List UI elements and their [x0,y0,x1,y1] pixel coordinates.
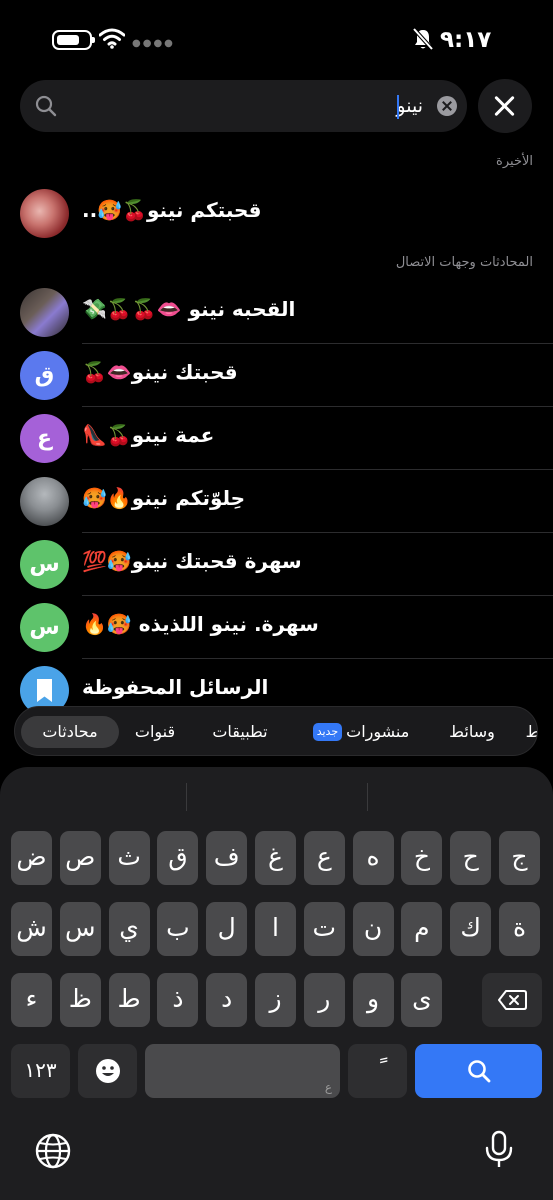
letter-key[interactable]: ص [59,831,101,885]
space-key[interactable]: ع [145,1044,340,1098]
microphone-icon[interactable] [484,1130,514,1170]
backspace-icon [498,990,527,1010]
search-key[interactable] [415,1044,542,1098]
tab-media[interactable]: وسائط [439,716,505,748]
letter-key[interactable]: ح [450,831,492,885]
letter-key[interactable]: ه [352,831,394,885]
keyboard: ضصثقفغعهخحجشسيبلاتنمكةءظطذدزروى ١٢٣ ع ً [0,767,553,1200]
tab-posts-label: منشورات [346,722,410,741]
letter-key[interactable]: ى [401,973,443,1027]
suggestion-divider [186,783,187,811]
letter-key[interactable]: ت [303,902,345,956]
search-icon [35,95,57,117]
clear-icon[interactable] [437,96,457,116]
contact-row[interactable]: س سهرة. نينو اللذيذه 🥵🔥 [0,596,553,659]
letter-key[interactable]: خ [401,831,443,885]
new-badge: جديد [312,723,343,741]
wifi-icon [99,28,125,49]
emoji-icon [95,1059,120,1083]
avatar: س [20,540,69,589]
suggestion-divider [367,783,368,811]
letter-key[interactable]: ة [499,902,540,956]
letter-key[interactable]: و [352,973,394,1027]
contact-name: سهرة. نينو اللذيذه 🥵🔥 [82,612,319,636]
contact-row[interactable]: س سهرة قحبتك نينو🥵💯 [0,533,553,596]
globe-icon[interactable] [34,1132,72,1170]
letter-key[interactable]: ج [499,831,540,885]
avatar [20,189,69,238]
letter-key[interactable]: س [59,902,101,956]
muted-bell-icon [412,27,434,51]
contact-row[interactable]: ع عمة نينو🍒👠 [0,407,553,470]
contact-name: الرسائل المحفوظة [82,675,269,699]
contact-name: قحبتك نينو👄🍒 [82,360,238,384]
numbers-key[interactable]: ١٢٣ [11,1044,70,1098]
letter-key[interactable]: ز [255,973,296,1027]
letter-key[interactable]: د [206,973,248,1027]
status-bar: ●●●● ٩:١٧ [0,0,553,70]
letter-key[interactable]: ذ [157,973,199,1027]
tab-chats[interactable]: محادثات [21,716,119,748]
letter-key[interactable]: ا [255,902,296,956]
letter-key[interactable]: ظ [59,973,101,1027]
letter-key[interactable]: ط [108,973,150,1027]
contact-row[interactable]: حِلوّتكم نينو🔥🥵 [0,470,553,533]
letter-key[interactable]: ش [11,902,52,956]
letter-key[interactable]: ق [157,831,199,885]
avatar: ق [20,351,69,400]
search-icon [467,1060,490,1083]
contact-row[interactable]: القحبه نينو 👄🍒🍒💸 [0,281,553,344]
letter-key[interactable]: ك [450,902,492,956]
avatar [20,288,69,337]
search-box[interactable] [20,80,467,132]
signal-dots-icon: ●●●● [132,38,175,49]
letter-key[interactable]: ء [11,973,52,1027]
letter-key[interactable]: ر [303,973,345,1027]
letter-key[interactable]: ن [352,902,394,956]
emoji-key[interactable] [78,1044,137,1098]
tab-more[interactable]: ط [523,716,537,748]
text-caret [397,95,399,119]
letter-key[interactable]: ي [108,902,150,956]
space-hint: ع [324,1080,332,1094]
contact-name: عمة نينو🍒👠 [82,423,215,447]
chat-name: قحبتكم نينو🍒🥵.. [82,198,262,222]
letter-key[interactable]: ف [206,831,248,885]
avatar: ع [20,414,69,463]
letter-key[interactable]: م [401,902,443,956]
contact-row[interactable]: ق قحبتك نينو👄🍒 [0,344,553,407]
tab-posts[interactable]: جديد منشورات [299,716,423,748]
letter-key[interactable]: ض [11,831,52,885]
recent-chat-row[interactable]: قحبتكم نينو🍒🥵.. [0,182,553,245]
tab-apps[interactable]: تطبيقات [199,716,281,748]
backspace-key[interactable] [482,973,542,1027]
search-input[interactable] [83,90,423,122]
letter-key[interactable]: ث [108,831,150,885]
letter-key[interactable]: ع [303,831,345,885]
filter-tabs: محادثات قنوات تطبيقات جديد منشورات وسائط … [14,706,538,756]
contact-name: سهرة قحبتك نينو🥵💯 [82,549,302,573]
contact-name: القحبه نينو 👄🍒🍒💸 [82,297,296,321]
avatar: س [20,603,69,652]
battery-icon [52,30,95,50]
letter-key[interactable]: غ [255,831,296,885]
contact-name: حِلوّتكم نينو🔥🥵 [82,486,246,510]
tab-channels[interactable]: قنوات [125,716,185,748]
tanween-key[interactable]: ً [348,1044,407,1098]
contacts-section-title: المحادثات وجهات الاتصال [395,255,533,270]
recent-section-title: الأخيرة [496,154,533,169]
letter-key[interactable]: ل [206,902,248,956]
status-time: ٩:١٧ [440,27,492,53]
close-button[interactable] [478,79,532,133]
letter-key[interactable]: ب [157,902,199,956]
avatar [20,477,69,526]
